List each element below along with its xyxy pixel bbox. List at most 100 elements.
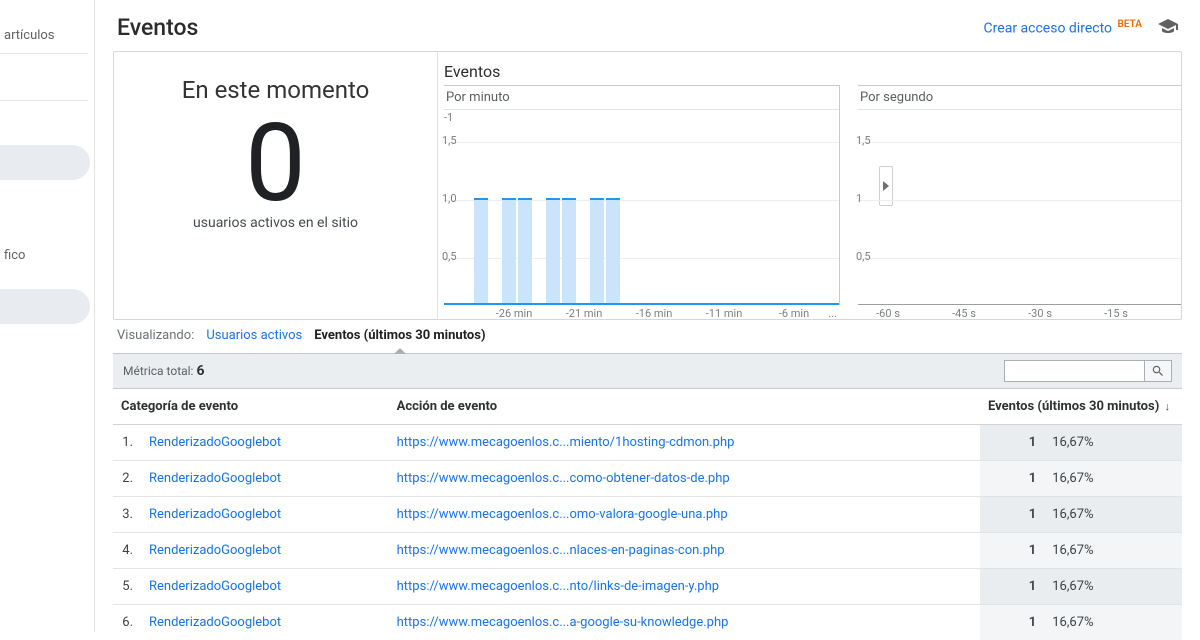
table-search-input[interactable]	[1004, 360, 1144, 382]
sidebar-item-active[interactable]	[0, 145, 90, 180]
tab-events-30min[interactable]: Eventos (últimos 30 minutos)	[314, 328, 485, 343]
search-icon	[1151, 364, 1165, 378]
chart-per-second: Por segundo 1,5 1 0,5 -60 s -45 s -30 s …	[858, 85, 1181, 305]
category-link[interactable]: RenderizadoGooglebot	[149, 543, 281, 558]
col-events[interactable]: Eventos (últimos 30 minutos) ↓	[980, 389, 1182, 425]
realtime-panel: En este momento 0 usuarios activos en el…	[113, 51, 1182, 320]
sidebar-item-traffic[interactable]: fico	[0, 240, 94, 273]
row-action: https://www.mecagoenlos.c...miento/1host…	[389, 425, 980, 461]
table-row: 2. RenderizadoGooglebot https://www.mecago…	[113, 461, 1182, 497]
action-link[interactable]: https://www.mecagoenlos.c...a-google-su-…	[397, 615, 729, 630]
row-count: 1	[980, 533, 1044, 569]
row-count: 1	[980, 569, 1044, 605]
x-tick: -60 s	[876, 307, 900, 320]
beta-badge: BETA	[1118, 19, 1143, 30]
x-tick: -6 min	[779, 307, 809, 320]
y-tick: 1	[856, 192, 862, 205]
action-link[interactable]: https://www.mecagoenlos.c...miento/1host…	[397, 435, 735, 450]
row-percent: 16,67%	[1044, 569, 1182, 605]
chart-bar	[518, 198, 532, 304]
category-link[interactable]: RenderizadoGooglebot	[149, 471, 281, 486]
chart-per-minute: Por minuto 1,5 1,0 0,5 -1	[444, 85, 840, 305]
col-category[interactable]: Categoría de evento	[113, 389, 389, 425]
viewing-bar: Visualizando: Usuarios activos Eventos (…	[113, 320, 1182, 347]
row-percent: 16,67%	[1044, 497, 1182, 533]
table-row: 4.RenderizadoGooglebothttps://www.mecago…	[113, 533, 1182, 569]
row-count: 1	[980, 461, 1044, 497]
chart-bar	[590, 198, 604, 304]
y-tick: 1,0	[442, 192, 457, 205]
y-tick: 1,5	[856, 134, 871, 147]
chart-bar	[546, 198, 560, 304]
row-action: https://www.mecagoenlos.c...a-google-su-…	[389, 605, 980, 640]
y-tick: -1	[444, 111, 453, 124]
action-link[interactable]: https://www.mecagoenlos.c...nlaces-en-pa…	[397, 543, 725, 558]
table-row: 3.RenderizadoGooglebothttps://www.mecago…	[113, 497, 1182, 533]
events-heading: Eventos	[444, 62, 1181, 81]
row-index: 1.	[113, 425, 141, 461]
row-category: RenderizadoGooglebot	[141, 533, 389, 569]
tab-caret-icon	[394, 348, 406, 354]
x-tick: -15 s	[1104, 307, 1128, 320]
tab-active-users[interactable]: Usuarios activos	[206, 328, 302, 343]
create-shortcut-label: Crear acceso directo	[984, 20, 1112, 36]
row-percent: 16,67%	[1044, 425, 1182, 461]
category-link[interactable]: RenderizadoGooglebot	[149, 579, 281, 594]
row-index: 2.	[113, 461, 141, 497]
y-tick: 0,5	[442, 250, 457, 263]
row-action: https://www.mecagoenlos.c...omo-valora-g…	[389, 497, 980, 533]
category-link[interactable]: RenderizadoGooglebot	[149, 507, 281, 522]
action-link[interactable]: https://www.mecagoenlos.c...nto/links-de…	[397, 579, 719, 594]
graduation-cap-icon[interactable]	[1158, 17, 1178, 38]
row-index: 5.	[113, 569, 141, 605]
chart-bar	[474, 198, 488, 304]
action-link[interactable]: https://www.mecagoenlos.c...omo-valora-g…	[397, 507, 728, 522]
action-link[interactable]: https://www.mecagoenlos.c...como-obtener…	[397, 471, 730, 486]
chart-per-minute-title: Por minuto	[444, 86, 839, 105]
chart-bar	[502, 198, 516, 304]
x-tick: -26 min	[496, 307, 533, 320]
row-category: RenderizadoGooglebot	[141, 425, 389, 461]
row-percent: 16,67%	[1044, 533, 1182, 569]
metric-total-value: 6	[196, 363, 204, 379]
row-count: 1	[980, 497, 1044, 533]
sidebar-item-active2[interactable]	[0, 289, 90, 324]
table-row: 6. RenderizadoGooglebot https://www.mecago…	[113, 605, 1182, 640]
chart-per-second-title: Por segundo	[858, 86, 1181, 105]
sort-desc-icon: ↓	[1165, 400, 1171, 413]
row-category: RenderizadoGooglebot	[141, 569, 389, 605]
row-action: https://www.mecagoenlos.c...nto/links-de…	[389, 569, 980, 605]
row-count: 1	[980, 605, 1044, 640]
row-action: https://www.mecagoenlos.c...nlaces-en-pa…	[389, 533, 980, 569]
row-percent: 16,67%	[1044, 461, 1182, 497]
category-link[interactable]: RenderizadoGooglebot	[149, 615, 281, 630]
col-action[interactable]: Acción de evento	[389, 389, 980, 425]
metric-total-label: Métrica total:	[123, 364, 193, 378]
row-category: RenderizadoGooglebot	[141, 605, 389, 640]
viewing-label: Visualizando:	[117, 328, 194, 343]
category-link[interactable]: RenderizadoGooglebot	[149, 435, 281, 450]
active-users-sublabel: usuarios activos en el sitio	[114, 215, 437, 231]
row-percent: 16,67%	[1044, 605, 1182, 640]
moment-title: En este momento	[114, 76, 437, 104]
active-users-block: En este momento 0 usuarios activos en el…	[114, 52, 438, 319]
tab-events-label: Eventos (últimos 30 minutos)	[314, 328, 485, 343]
table-row: 5. RenderizadoGooglebot https://www.mecago…	[113, 569, 1182, 605]
row-action: https://www.mecagoenlos.c...como-obtener…	[389, 461, 980, 497]
metric-total-bar: Métrica total: 6	[113, 353, 1182, 389]
row-index: 6.	[113, 605, 141, 640]
table-search-button[interactable]	[1144, 360, 1172, 382]
x-tick: -21 min	[566, 307, 603, 320]
events-table: Categoría de evento Acción de evento Eve…	[113, 389, 1182, 640]
table-row: 1. RenderizadoGooglebot https://www.mecago…	[113, 425, 1182, 461]
sidebar-item-articles[interactable]: artículos	[0, 20, 94, 53]
y-tick: 0,5	[856, 250, 871, 263]
create-shortcut-link[interactable]: Crear acceso directo BETA	[984, 19, 1142, 37]
x-tick: -30 s	[1028, 307, 1052, 320]
row-count: 1	[980, 425, 1044, 461]
row-category: RenderizadoGooglebot	[141, 497, 389, 533]
y-tick: 1,5	[442, 134, 457, 147]
chart-bar	[606, 198, 620, 304]
row-category: RenderizadoGooglebot	[141, 461, 389, 497]
page-title: Eventos	[117, 14, 198, 41]
